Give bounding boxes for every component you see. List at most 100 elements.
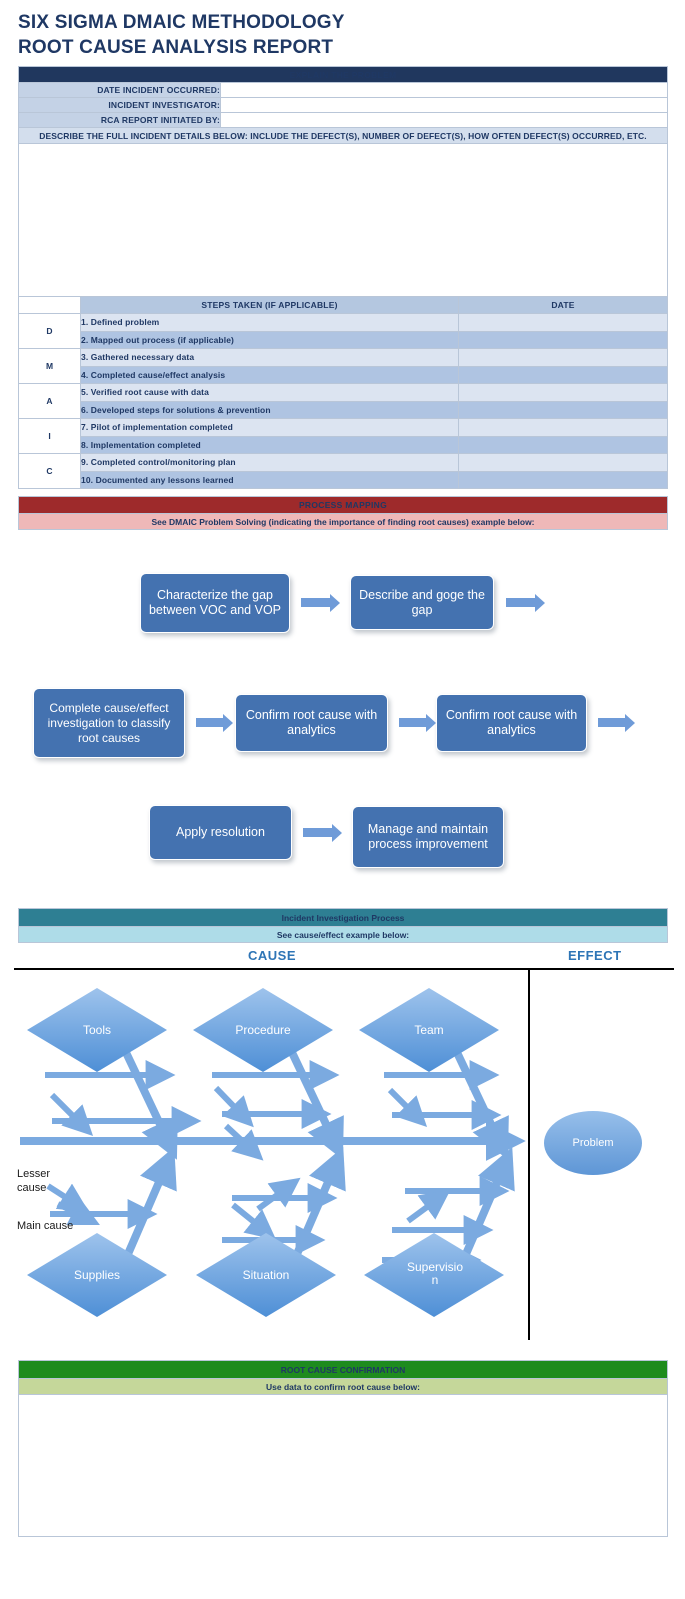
root-cause-confirmation-header: ROOT CAUSE CONFIRMATION	[18, 1360, 668, 1379]
incident-investigation-table: Incident Investigation Process See cause…	[18, 908, 668, 943]
table-row: C 9. Completed control/monitoring plan	[18, 453, 668, 489]
table-row: PROCESS MAPPING	[18, 496, 668, 514]
table-row: 6. Developed steps for solutions & preve…	[19, 400, 668, 419]
flow-box-apply-resolution[interactable]: Apply resolution	[149, 805, 292, 860]
table-row: A 5. Verified root cause with data	[18, 383, 668, 419]
describe-header-row: DESCRIBE THE FULL INCIDENT DETAILS BELOW…	[17, 127, 669, 144]
steps-taken-table: STEPS TAKEN (IF APPLICABLE) DATE D 1. De…	[18, 296, 668, 489]
explain-header-row: EXPLAIN THE PROBLEM	[17, 66, 669, 83]
table-row: DATE INCIDENT OCCURRED:	[18, 82, 669, 98]
table-row: 8. Implementation completed	[19, 435, 668, 454]
effect-label: EFFECT	[568, 948, 622, 963]
rca-initiated-by-input[interactable]	[219, 112, 669, 128]
fishbone-label-supervision: Supervisio n	[406, 1260, 464, 1287]
incident-investigation-subheader: See cause/effect example below:	[18, 926, 668, 943]
step-date-input[interactable]	[458, 453, 668, 472]
process-mapping-table: PROCESS MAPPING See DMAIC Problem Solvin…	[18, 496, 668, 530]
dmaic-letter-m: M	[18, 348, 81, 384]
fishbone-label-procedure: Procedure	[235, 1023, 291, 1037]
table-row: Use data to confirm root cause below:	[18, 1378, 668, 1395]
table-row: RCA REPORT INITIATED BY:	[18, 112, 669, 128]
dmaic-letter-d: D	[18, 313, 81, 349]
fishbone-annotation-lesser-cause: Lesser cause	[17, 1168, 51, 1194]
table-row: 10. Documented any lessons learned	[19, 470, 668, 489]
step-label: 7. Pilot of implementation completed	[80, 418, 459, 437]
flow-box-confirm-root-cause-1[interactable]: Confirm root cause with analytics	[235, 694, 388, 752]
flow-arrow-4	[399, 713, 436, 732]
root-cause-confirmation-subheader: Use data to confirm root cause below:	[18, 1378, 668, 1395]
date-column-header: DATE	[458, 296, 668, 314]
step-label: 3. Gathered necessary data	[80, 348, 459, 367]
table-row: 4. Completed cause/effect analysis	[19, 365, 668, 384]
fishbone-label-situation: Situation	[242, 1268, 290, 1282]
flow-arrow-2	[506, 593, 545, 612]
table-row: ROOT CAUSE CONFIRMATION	[18, 1360, 668, 1379]
step-date-input[interactable]	[458, 383, 668, 402]
explain-the-problem-table: EXPLAIN THE PROBLEM DATE INCIDENT OCCURR…	[17, 66, 669, 304]
root-cause-confirmation-table: ROOT CAUSE CONFIRMATION Use data to conf…	[18, 1360, 668, 1537]
flow-box-confirm-root-cause-2[interactable]: Confirm root cause with analytics	[436, 694, 587, 752]
page-title-line-2: ROOT CAUSE ANALYSIS REPORT	[18, 37, 334, 58]
step-date-input[interactable]	[458, 365, 668, 384]
flow-arrow-6	[303, 823, 342, 842]
incident-investigator-input[interactable]	[219, 97, 669, 113]
rca-initiated-by-label: RCA REPORT INITIATED BY:	[18, 112, 221, 128]
rca-report-page: SIX SIGMA DMAIC METHODOLOGY ROOT CAUSE A…	[0, 0, 685, 1599]
table-row	[18, 1394, 668, 1537]
dmaic-letter-i: I	[18, 418, 81, 454]
fishbone-label-team: Team	[414, 1023, 444, 1037]
cause-label: CAUSE	[248, 948, 297, 963]
flow-box-describe-gauge-gap[interactable]: Describe and goge the gap	[350, 575, 494, 630]
steps-column-header: STEPS TAKEN (IF APPLICABLE)	[80, 296, 459, 314]
step-label: 2. Mapped out process (if applicable)	[80, 330, 459, 349]
flow-box-characterize-gap[interactable]: Characterize the gap between VOC and VOP	[140, 573, 290, 633]
steps-corner-cell	[18, 296, 81, 314]
root-cause-confirmation-textarea[interactable]	[18, 1394, 668, 1537]
flow-box-manage-maintain[interactable]: Manage and maintain process improvement	[352, 806, 504, 868]
describe-incident-header: DESCRIBE THE FULL INCIDENT DETAILS BELOW…	[17, 127, 669, 144]
table-row: D 1. Defined problem	[18, 313, 668, 349]
table-row: Incident Investigation Process	[18, 908, 668, 927]
fishbone-annotation-main-cause: Main cause	[17, 1220, 74, 1232]
incident-investigator-label: INCIDENT INVESTIGATOR:	[18, 97, 221, 113]
step-label: 1. Defined problem	[80, 313, 459, 332]
process-mapping-header: PROCESS MAPPING	[18, 496, 668, 514]
step-date-input[interactable]	[458, 400, 668, 419]
table-row: 2. Mapped out process (if applicable)	[19, 330, 668, 349]
dmaic-letter-a: A	[18, 383, 81, 419]
explain-header: EXPLAIN THE PROBLEM	[17, 66, 669, 83]
step-date-input[interactable]	[458, 313, 668, 332]
flow-arrow-1	[301, 593, 340, 612]
describe-incident-textarea[interactable]	[17, 143, 669, 304]
step-label: 6. Developed steps for solutions & preve…	[80, 400, 459, 419]
fishbone-label-problem: Problem	[572, 1137, 614, 1149]
process-mapping-subheader: See DMAIC Problem Solving (indicating th…	[18, 513, 668, 530]
table-row: See DMAIC Problem Solving (indicating th…	[18, 513, 668, 530]
table-row: See cause/effect example below:	[18, 926, 668, 943]
flow-box-complete-cause-effect[interactable]: Complete cause/effect investigation to c…	[33, 688, 185, 758]
dmaic-letter-c: C	[18, 453, 81, 489]
step-date-input[interactable]	[458, 435, 668, 454]
step-label: 8. Implementation completed	[80, 435, 459, 454]
flow-arrow-3	[196, 713, 233, 732]
step-date-input[interactable]	[458, 330, 668, 349]
step-label: 9. Completed control/monitoring plan	[80, 453, 459, 472]
lesser-cause-connector	[46, 1183, 90, 1213]
steps-header-row: STEPS TAKEN (IF APPLICABLE) DATE	[18, 296, 668, 314]
step-label: 10. Documented any lessons learned	[80, 470, 459, 489]
date-incident-label: DATE INCIDENT OCCURRED:	[18, 82, 221, 98]
fishbone-label-supplies: Supplies	[73, 1268, 121, 1282]
page-title-line-1: SIX SIGMA DMAIC METHODOLOGY	[18, 12, 345, 33]
page-title: SIX SIGMA DMAIC METHODOLOGY ROOT CAUSE A…	[18, 10, 658, 60]
step-date-input[interactable]	[458, 470, 668, 489]
describe-body-row	[17, 143, 669, 304]
date-incident-input[interactable]	[219, 82, 669, 98]
fishbone-diagram: Tools Procedure Team Supplies Situation …	[0, 968, 685, 1340]
step-label: 5. Verified root cause with data	[80, 383, 459, 402]
step-date-input[interactable]	[458, 348, 668, 367]
fishbone-label-tools: Tools	[82, 1023, 111, 1037]
flow-arrow-5	[598, 713, 635, 732]
incident-investigation-header: Incident Investigation Process	[18, 908, 668, 927]
table-row: I 7. Pilot of implementation completed	[18, 418, 668, 454]
step-date-input[interactable]	[458, 418, 668, 437]
